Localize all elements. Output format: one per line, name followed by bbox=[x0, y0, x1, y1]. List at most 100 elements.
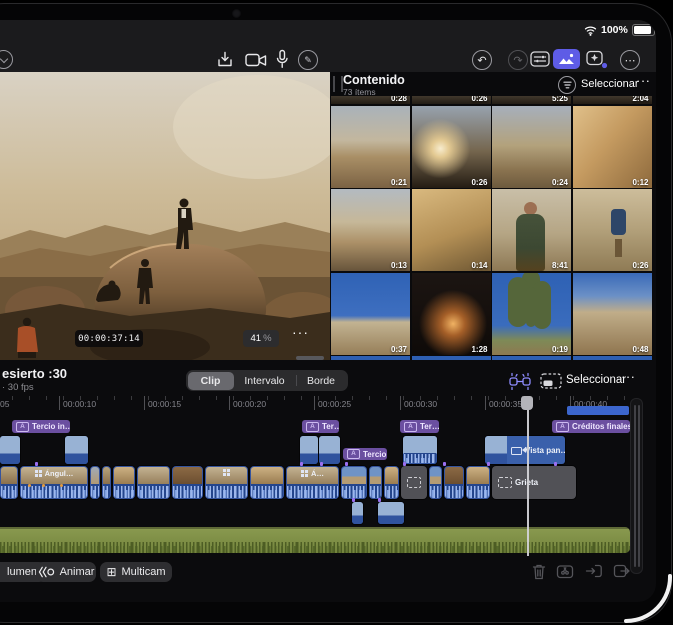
app-screen: 100% ✎ ↶ ↷ ⋯ 00:00:37:14 41 % ··· Conten… bbox=[0, 20, 656, 602]
connected-clip[interactable]: Vista pan… bbox=[485, 436, 565, 464]
timeline-clip[interactable] bbox=[466, 466, 490, 499]
connected-clip[interactable] bbox=[378, 502, 404, 524]
connected-clip[interactable] bbox=[65, 436, 88, 464]
split-clip-button[interactable] bbox=[556, 563, 575, 579]
multicam-icon bbox=[223, 469, 230, 476]
timeline-clip[interactable] bbox=[369, 466, 382, 499]
title-clip-label: Créditos finales bbox=[572, 422, 630, 431]
timeline-scrollbar[interactable] bbox=[630, 398, 643, 574]
title-clip-label: Tercio… bbox=[363, 449, 387, 459]
timeline-clip[interactable] bbox=[444, 466, 464, 499]
clip-audio-waveform bbox=[287, 484, 338, 498]
clip-audio-waveform bbox=[342, 484, 366, 498]
clip-audio-waveform bbox=[251, 484, 283, 498]
animate-label: Animar bbox=[59, 566, 95, 578]
clip-thumbnail bbox=[430, 467, 441, 484]
title-badge-icon: A bbox=[347, 449, 360, 459]
timeline-clip[interactable] bbox=[341, 466, 367, 499]
clip-info-row: Ángul… bbox=[20, 469, 88, 478]
title-clip[interactable]: ATercio… bbox=[343, 448, 387, 460]
timeline-clip[interactable]: Á… bbox=[286, 466, 339, 499]
timeline-clip[interactable] bbox=[90, 466, 100, 499]
connected-clip[interactable] bbox=[319, 436, 340, 464]
title-badge-icon: A bbox=[306, 421, 319, 432]
connected-clip[interactable] bbox=[300, 436, 318, 464]
clip-audio-waveform bbox=[206, 484, 247, 498]
clip-audio-waveform bbox=[445, 484, 463, 498]
clip-thumbnail bbox=[65, 436, 88, 464]
keyframe-dot bbox=[60, 484, 63, 487]
title-clip[interactable]: ATer… bbox=[302, 420, 339, 433]
multicam-icon bbox=[301, 470, 309, 477]
clip-audio-waveform bbox=[370, 484, 381, 498]
keyframe-dot bbox=[42, 484, 45, 487]
clip-thumbnail bbox=[319, 436, 340, 464]
clip-thumbnail bbox=[138, 467, 169, 484]
placeholder-icon bbox=[498, 477, 512, 488]
timeline-clip[interactable] bbox=[137, 466, 170, 499]
connected-clip[interactable] bbox=[0, 436, 20, 464]
timeline-clip[interactable] bbox=[0, 466, 18, 499]
clip-audio-waveform bbox=[385, 484, 398, 498]
clip-thumbnail bbox=[300, 436, 318, 464]
clip-connector-stub bbox=[403, 462, 406, 466]
title-clip-label: Ter… bbox=[420, 422, 439, 431]
clip-audio-waveform bbox=[114, 484, 134, 498]
timeline-clip[interactable] bbox=[205, 466, 248, 499]
timeline-clip[interactable] bbox=[172, 466, 203, 499]
title-clip-label: Ter… bbox=[322, 422, 339, 431]
title-clip[interactable]: A Tercio in… bbox=[12, 420, 70, 433]
title-clip-label: Tercio in… bbox=[32, 422, 70, 431]
clip-connector-stub bbox=[352, 498, 355, 502]
clip-thumbnail bbox=[173, 467, 202, 484]
title-clip[interactable]: ATer… bbox=[400, 420, 439, 433]
append-clip-button[interactable] bbox=[613, 563, 631, 579]
camera-icon bbox=[511, 446, 526, 455]
connected-clip[interactable] bbox=[403, 436, 437, 464]
connected-clip[interactable] bbox=[352, 502, 363, 524]
clip-thumbnail bbox=[342, 467, 366, 484]
playhead-handle[interactable] bbox=[521, 396, 533, 410]
timeline-clip[interactable] bbox=[384, 466, 399, 499]
clip-connector-stub bbox=[345, 462, 348, 466]
timeline-clip[interactable] bbox=[429, 466, 442, 499]
clip-label: Á… bbox=[311, 469, 324, 478]
clip-label: Vista pan… bbox=[525, 446, 565, 455]
insert-clip-button[interactable] bbox=[585, 563, 603, 579]
front-camera bbox=[232, 9, 241, 18]
clip-thumbnail bbox=[251, 467, 283, 484]
clip-thumbnail bbox=[114, 467, 134, 484]
title-clip[interactable]: A Créditos finales bbox=[552, 420, 630, 433]
keyframe-dot bbox=[28, 484, 31, 487]
animate-button[interactable]: Animar bbox=[36, 562, 96, 582]
multicam-icon bbox=[34, 470, 42, 477]
clip-thumbnail bbox=[378, 502, 404, 524]
ipad-device-frame: 100% ✎ ↶ ↷ ⋯ 00:00:37:14 41 % ··· Conten… bbox=[0, 0, 673, 625]
timeline-clip[interactable]: Grieta bbox=[492, 466, 576, 499]
timeline-clip[interactable] bbox=[102, 466, 111, 499]
clip-thumbnail bbox=[445, 467, 463, 484]
insert-icon bbox=[585, 564, 602, 578]
clip-thumbnail bbox=[0, 436, 20, 464]
timeline-clip[interactable]: Ángul… bbox=[20, 466, 88, 499]
clip-connector-stub bbox=[35, 462, 38, 466]
multicam-button[interactable]: ⊞ Multicam bbox=[100, 562, 172, 582]
clip-audio-waveform bbox=[404, 453, 436, 463]
clip-thumbnail bbox=[485, 436, 507, 464]
title-badge-icon: A bbox=[556, 421, 569, 432]
multicam-icon: ⊞ bbox=[106, 565, 117, 579]
delete-button[interactable] bbox=[531, 563, 547, 580]
animate-icon bbox=[38, 566, 55, 578]
timeline-tracks: ATercio in… ATer… ATer… ACréditos finale… bbox=[0, 20, 656, 602]
clip-thumbnail bbox=[352, 502, 363, 524]
clip-info-row: Grieta bbox=[492, 466, 576, 499]
timeline-clip[interactable] bbox=[250, 466, 284, 499]
split-scissors-icon bbox=[556, 565, 574, 579]
clip-thumbnail bbox=[1, 467, 17, 484]
placeholder-icon bbox=[407, 477, 421, 488]
timeline-clip[interactable] bbox=[113, 466, 135, 499]
timeline-clip[interactable] bbox=[401, 466, 427, 499]
clip-thumbnail bbox=[385, 467, 398, 484]
clip-connector-stub bbox=[300, 462, 303, 466]
music-audio-clip[interactable] bbox=[0, 527, 630, 553]
